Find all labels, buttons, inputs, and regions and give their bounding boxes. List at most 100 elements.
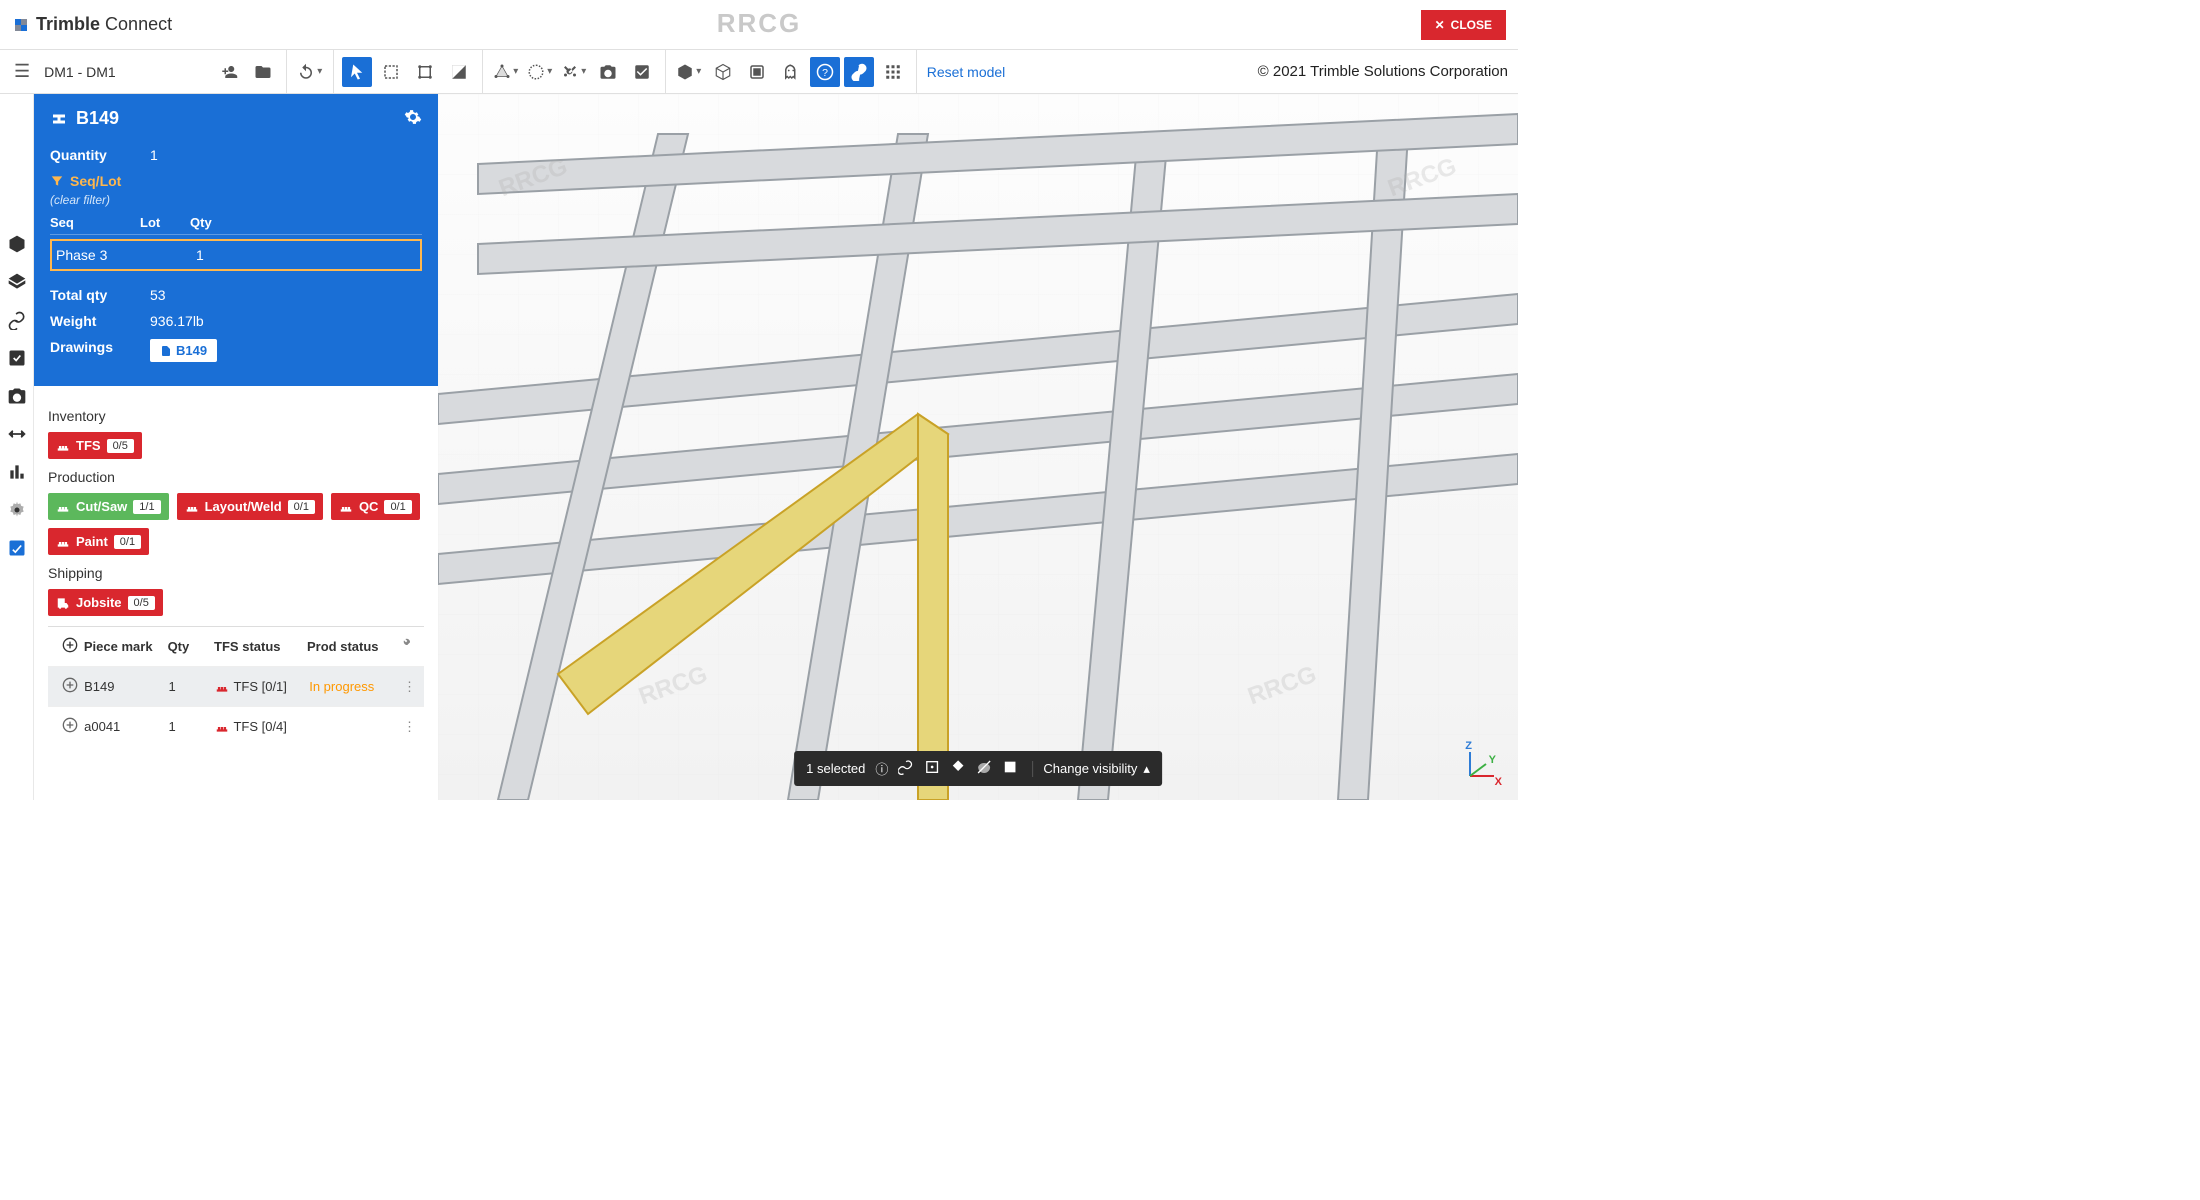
- app-header: Trimble Connect RRCG ✕ CLOSE: [0, 0, 1518, 50]
- panel-settings-button[interactable]: [404, 108, 422, 129]
- filter-icon: [50, 174, 64, 188]
- close-icon: ✕: [1435, 18, 1445, 32]
- reset-model-link[interactable]: Reset model: [917, 64, 1016, 80]
- drawing-chip[interactable]: B149: [150, 339, 217, 362]
- expand-all-button[interactable]: [56, 637, 84, 656]
- production-chips: Cut/Saw1/1 Layout/Weld0/1 QC0/1 Paint0/1: [48, 493, 424, 555]
- production-section-title: Production: [48, 469, 424, 485]
- seq-table-header: Seq Lot Qty: [50, 215, 422, 235]
- seq-head-qty: Qty: [190, 215, 240, 230]
- info-icon-button[interactable]: ⓘ: [875, 759, 888, 778]
- status-chip[interactable]: Layout/Weld0/1: [177, 493, 323, 520]
- camera-button[interactable]: [593, 57, 623, 87]
- undo-button[interactable]: [295, 57, 325, 87]
- table-row[interactable]: B1491TFS [0/1]In progress⋮: [48, 666, 424, 706]
- seqlot-filter-link[interactable]: Seq/Lot: [50, 173, 422, 189]
- task-check-button[interactable]: [627, 57, 657, 87]
- axis-gizmo[interactable]: Z Y X: [1462, 744, 1502, 784]
- row-more-button[interactable]: ⋮: [403, 719, 416, 735]
- rail-chart-icon[interactable]: [7, 462, 27, 482]
- isolate-icon-button[interactable]: [1002, 759, 1018, 778]
- drawing-chip-label: B149: [176, 343, 207, 358]
- close-button[interactable]: ✕ CLOSE: [1421, 10, 1506, 40]
- gear-icon: [404, 108, 422, 126]
- folder-button[interactable]: [248, 57, 278, 87]
- rectangle-select-button[interactable]: [376, 57, 406, 87]
- grid-button[interactable]: [878, 57, 908, 87]
- table-header-row: Piece mark Qty TFS status Prod status: [48, 626, 424, 666]
- inventory-chips: TFS0/5: [48, 432, 424, 459]
- seqlot-label: Seq/Lot: [70, 173, 121, 189]
- hide-icon-button[interactable]: [976, 759, 992, 778]
- close-label: CLOSE: [1451, 18, 1492, 32]
- table-tools-button[interactable]: [400, 637, 416, 656]
- fit-view-icon-button[interactable]: [924, 759, 940, 778]
- clear-filter-link[interactable]: (clear filter): [50, 193, 422, 207]
- layers-icon-button[interactable]: [742, 57, 772, 87]
- fb-link-icon-button[interactable]: [898, 759, 914, 778]
- rail-link-icon[interactable]: [7, 310, 27, 330]
- totalqty-label: Total qty: [50, 287, 130, 303]
- row-more-button[interactable]: ⋮: [403, 679, 416, 695]
- cut-button[interactable]: [559, 57, 589, 87]
- left-rail: [0, 94, 34, 800]
- seq-row-qty: 1: [196, 247, 246, 263]
- seq-head-lot: Lot: [140, 215, 190, 230]
- ghost-button[interactable]: [776, 57, 806, 87]
- seq-row-lot: [146, 247, 196, 263]
- selection-floating-bar: 1 selected ⓘ Change visibility ▴: [794, 751, 1162, 786]
- seq-table-row[interactable]: Phase 3 1: [50, 239, 422, 271]
- svg-text:?: ?: [822, 66, 828, 78]
- viewport-3d[interactable]: RRCG RRCG RRCG RRCG 1 selected ⓘ Change …: [438, 94, 1518, 800]
- markup-shape-button[interactable]: [525, 57, 555, 87]
- panel-title: B149: [76, 108, 119, 129]
- pointer-tool-button[interactable]: [342, 57, 372, 87]
- rail-camera-icon[interactable]: [7, 386, 27, 406]
- add-user-button[interactable]: [214, 57, 244, 87]
- properties-panel: B149 Quantity 1 Seq/Lot (clear filter) S…: [34, 94, 438, 800]
- status-chip[interactable]: Cut/Saw1/1: [48, 493, 169, 520]
- totalqty-value: 53: [150, 287, 166, 303]
- rail-active-module-icon[interactable]: [7, 538, 27, 558]
- change-visibility-dropdown[interactable]: Change visibility ▴: [1032, 761, 1149, 777]
- trimble-logo-icon: [12, 16, 30, 34]
- rail-layers-icon[interactable]: [7, 272, 27, 292]
- rail-cube-icon[interactable]: [7, 234, 27, 254]
- piece-table: Piece mark Qty TFS status Prod status B1…: [48, 626, 424, 746]
- chevron-up-icon: ▴: [1143, 761, 1150, 777]
- table-row[interactable]: a00411TFS [0/4]⋮: [48, 706, 424, 746]
- contrast-button[interactable]: [444, 57, 474, 87]
- rail-check-icon[interactable]: [7, 348, 27, 368]
- cube-solid-button[interactable]: [674, 57, 704, 87]
- main-area: B149 Quantity 1 Seq/Lot (clear filter) S…: [0, 94, 1518, 800]
- dropdown-label: Change visibility: [1043, 761, 1137, 776]
- inventory-section-title: Inventory: [48, 408, 424, 424]
- drawings-label: Drawings: [50, 339, 130, 362]
- seq-row-seq: Phase 3: [56, 247, 146, 263]
- expand-row-button[interactable]: [56, 677, 84, 696]
- th-prod: Prod status: [307, 639, 400, 654]
- rail-expand-icon[interactable]: [7, 424, 27, 444]
- shipping-section-title: Shipping: [48, 565, 424, 581]
- help-button[interactable]: ?: [810, 57, 840, 87]
- measure-button[interactable]: [491, 57, 521, 87]
- paint-icon-button[interactable]: [950, 759, 966, 778]
- th-qty: Qty: [168, 639, 214, 654]
- status-chip[interactable]: Paint0/1: [48, 528, 149, 555]
- transform-button[interactable]: [410, 57, 440, 87]
- steel-model-placeholder: [438, 94, 1518, 800]
- status-chip[interactable]: Jobsite0/5: [48, 589, 163, 616]
- hamburger-menu-button[interactable]: ☰: [10, 57, 34, 86]
- axis-x-label: X: [1495, 776, 1502, 788]
- document-icon: [160, 345, 172, 357]
- beam-icon: [50, 110, 68, 128]
- app-logo: Trimble Connect: [12, 14, 172, 35]
- rail-settings-gear-icon[interactable]: [7, 500, 27, 520]
- expand-row-button[interactable]: [56, 717, 84, 736]
- status-chip[interactable]: QC0/1: [331, 493, 420, 520]
- status-chip[interactable]: TFS0/5: [48, 432, 142, 459]
- cube-wire-button[interactable]: [708, 57, 738, 87]
- link-button[interactable]: [844, 57, 874, 87]
- th-piece-mark: Piece mark: [84, 639, 168, 654]
- copyright-text: © 2021 Trimble Solutions Corporation: [1258, 63, 1508, 80]
